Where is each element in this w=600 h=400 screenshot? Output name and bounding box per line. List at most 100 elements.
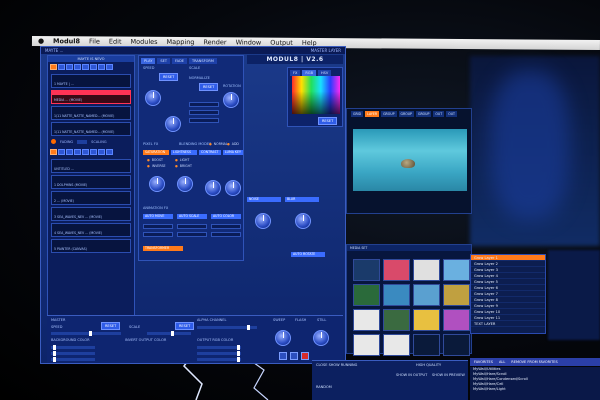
rotation-knob[interactable]: [223, 92, 239, 108]
media-thumbnail[interactable]: [443, 334, 470, 356]
apple-menu-icon[interactable]: ●: [38, 37, 44, 45]
flash-label[interactable]: FLASH: [295, 318, 306, 322]
media-slot[interactable]: [106, 149, 113, 155]
media-thumbnail[interactable]: [413, 284, 440, 306]
media-slot[interactable]: [58, 149, 65, 155]
layer-item[interactable]: 1 DOLPHINS (MOVIE): [51, 175, 131, 189]
favorites-tab[interactable]: FAVORITES: [474, 360, 493, 364]
media-thumbnail[interactable]: [383, 334, 410, 356]
media-slot[interactable]: [90, 149, 97, 155]
media-slot[interactable]: [74, 149, 81, 155]
blur-knob[interactable]: [295, 213, 311, 229]
show-in-output-label[interactable]: SHOW IN OUTPUT: [396, 373, 427, 377]
media-thumbnail[interactable]: [353, 284, 380, 306]
layer-item[interactable]: 3 SEA_WAVES_NEV ... (MOVIE): [51, 207, 131, 221]
blend-normal-radio[interactable]: NORMAL: [209, 142, 228, 146]
preview-tab[interactable]: GRID: [351, 111, 364, 117]
lightness-knob[interactable]: [177, 176, 193, 192]
blur-header[interactable]: BLUR: [285, 197, 319, 202]
menu-mapping[interactable]: Mapping: [167, 38, 195, 46]
media-thumbnail[interactable]: [353, 334, 380, 356]
tab-play[interactable]: PLAY: [141, 58, 156, 64]
master-scale-slider[interactable]: [147, 331, 191, 336]
media-slot[interactable]: [66, 149, 73, 155]
random-label[interactable]: RANDOM: [316, 385, 332, 389]
still-knob[interactable]: [313, 330, 329, 346]
still-label[interactable]: STILL: [317, 318, 326, 322]
menu-file[interactable]: File: [89, 37, 100, 45]
media-slot[interactable]: [74, 64, 81, 70]
stop-button[interactable]: [290, 352, 298, 360]
auto-scale-header[interactable]: AUTO SCALE: [177, 214, 207, 219]
master-speed-reset[interactable]: RESET: [101, 322, 121, 330]
media-slot[interactable]: [82, 149, 89, 155]
preview-tab[interactable]: GROUP: [398, 111, 414, 117]
fading-value[interactable]: [77, 139, 88, 144]
palette-reset-button[interactable]: RESET: [318, 117, 338, 125]
media-slot[interactable]: [66, 64, 73, 70]
list-item[interactable]: MyWall/Hare/Light: [470, 387, 600, 392]
master-scale-reset[interactable]: RESET: [175, 322, 195, 330]
all-tab[interactable]: ALL: [499, 360, 505, 364]
preview-tab[interactable]: GROUP: [415, 111, 432, 117]
auto-scale-field[interactable]: [177, 224, 207, 229]
sweep-knob[interactable]: [275, 330, 291, 346]
high-quality-label[interactable]: HIGH QUALITY: [416, 363, 441, 367]
fading-led-icon[interactable]: [51, 139, 56, 144]
auto-color-field[interactable]: [211, 224, 241, 229]
layer-item[interactable]: 5 PAINTER (CANVAS): [51, 239, 131, 253]
media-thumbnail[interactable]: [353, 259, 380, 281]
auto-move-field[interactable]: [143, 232, 173, 237]
media-slot[interactable]: [50, 149, 57, 155]
saturation-knob[interactable]: [149, 176, 165, 192]
auto-move-header[interactable]: AUTO MOVE: [143, 214, 173, 219]
layer-item[interactable]: 1/11 NATTE_NATTE_NAMED... (MOVIE): [51, 122, 131, 136]
layer-item[interactable]: 4 SEA_WAVES_NEV ... (MOVIE): [51, 223, 131, 237]
media-slot[interactable]: [50, 64, 57, 70]
preview-tab[interactable]: OUT: [433, 111, 445, 117]
layer-item[interactable]: 1/11 NATTE_NATTE_NAMED... (MOVIE): [51, 106, 131, 120]
media-thumbnail[interactable]: [443, 259, 470, 281]
auto-rotate-header[interactable]: AUTO ROTATE: [291, 252, 325, 257]
layer-item-selected[interactable]: MEDIA ... (MOVIE): [51, 90, 131, 104]
bright-checkbox[interactable]: BRIGHT: [175, 164, 192, 168]
bg-red-slider[interactable]: [51, 345, 95, 350]
media-thumbnail[interactable]: [383, 259, 410, 281]
media-thumbnail[interactable]: [383, 284, 410, 306]
speed-reset-button[interactable]: RESET: [159, 73, 179, 81]
out-blue-slider[interactable]: [197, 357, 241, 362]
tab-transform[interactable]: TRANSFORM: [188, 58, 217, 64]
color-palette-grid[interactable]: [292, 76, 340, 114]
media-slot[interactable]: [98, 149, 105, 155]
bg-green-slider[interactable]: [51, 351, 95, 356]
media-thumbnail[interactable]: [413, 309, 440, 331]
boost-checkbox[interactable]: BOOST: [147, 158, 163, 162]
contrast-header[interactable]: CONTRAST: [199, 150, 221, 155]
scale-field[interactable]: [189, 118, 219, 123]
sweep-label[interactable]: SWEEP: [273, 318, 285, 322]
media-slot[interactable]: [106, 64, 113, 70]
media-slot[interactable]: [58, 64, 65, 70]
tab-fade[interactable]: FADE: [171, 58, 187, 64]
loop-knob[interactable]: [165, 116, 181, 132]
record-button[interactable]: [301, 352, 309, 360]
lightness-header[interactable]: LIGHTNESS: [171, 150, 197, 155]
media-slot[interactable]: [90, 64, 97, 70]
noise-knob[interactable]: [255, 213, 271, 229]
out-red-slider[interactable]: [197, 345, 241, 350]
auto-scale-field[interactable]: [177, 232, 207, 237]
menu-edit[interactable]: Edit: [109, 38, 122, 46]
tab-set[interactable]: SET: [157, 58, 170, 64]
media-thumbnail[interactable]: [353, 309, 380, 331]
media-slot[interactable]: [82, 64, 89, 70]
preview-tab[interactable]: OUT: [446, 111, 458, 117]
remove-from-favorites-button[interactable]: REMOVE FROM FAVORITES: [511, 360, 557, 364]
out-green-slider[interactable]: [197, 351, 241, 356]
menu-modules[interactable]: Modules: [130, 38, 157, 46]
layer-item[interactable]: 1 MAYTE | ...: [51, 74, 131, 88]
app-menu[interactable]: Modul8: [53, 37, 80, 45]
media-thumbnail[interactable]: [443, 284, 470, 306]
layer-item[interactable]: 2 ... (MOVIE): [51, 191, 131, 205]
master-speed-slider[interactable]: [51, 331, 121, 336]
saturation-header[interactable]: SATURATION: [143, 150, 169, 155]
